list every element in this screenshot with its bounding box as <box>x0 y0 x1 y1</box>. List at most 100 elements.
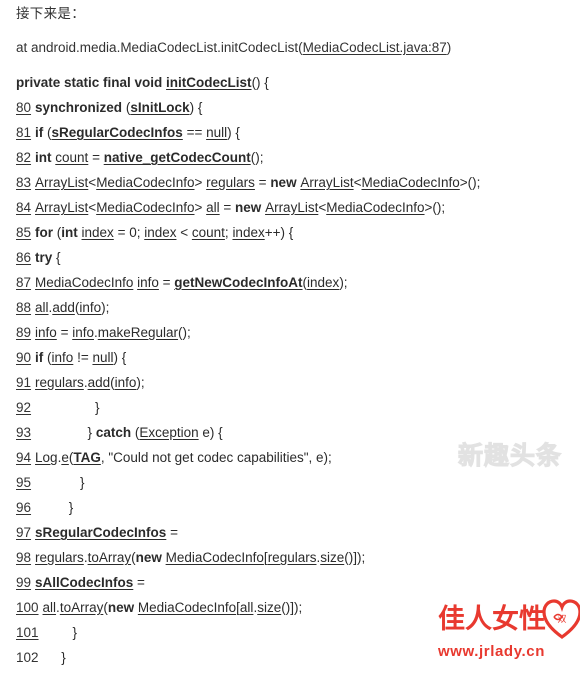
code-token: < <box>88 200 97 215</box>
code-token: = <box>88 150 104 165</box>
intro-paragraph: 接下来是： <box>16 6 85 21</box>
line-number: 86 <box>16 250 32 265</box>
heart-swirl-icon: 双 <box>542 599 580 639</box>
code-token[interactable]: regulars <box>35 375 84 390</box>
code-line: 90 if (info != null) { <box>16 345 572 370</box>
code-token[interactable]: info <box>72 325 94 340</box>
code-token[interactable]: MediaCodecInfo <box>96 175 194 190</box>
code-token[interactable]: TAG <box>73 450 101 465</box>
code-token: ) { <box>113 350 127 365</box>
code-token[interactable]: info <box>79 300 101 315</box>
code-token: } <box>61 650 66 665</box>
brand-logo[interactable]: 佳人女性 双 www.jrlady.cn <box>432 598 580 670</box>
code-token[interactable]: Exception <box>139 425 198 440</box>
code-token[interactable]: makeRegular <box>98 325 178 340</box>
code-token[interactable]: sRegularCodecInfos <box>35 525 166 540</box>
code-line: 84 ArrayList<MediaCodecInfo> all = new Ar… <box>16 195 572 220</box>
code-token[interactable]: all <box>35 300 49 315</box>
code-token[interactable]: regulars <box>35 550 84 565</box>
line-number: 85 <box>16 225 32 240</box>
code-token: } <box>95 400 100 415</box>
code-token[interactable]: sInitLock <box>130 100 189 115</box>
code-token[interactable]: MediaCodecInfo <box>96 200 194 215</box>
line-number: 83 <box>16 175 32 190</box>
code-token[interactable]: getNewCodecInfoAt <box>174 275 302 290</box>
code-token[interactable]: toArray <box>60 600 104 615</box>
code-token: >(); <box>424 200 446 215</box>
code-token[interactable]: index <box>307 275 339 290</box>
code-token: if <box>35 125 48 140</box>
code-line: 88 all.add(info); <box>16 295 572 320</box>
code-token[interactable]: info <box>115 375 137 390</box>
code-token[interactable]: ArrayList <box>265 200 318 215</box>
line-number: 100 <box>16 600 39 615</box>
code-token: = <box>166 525 178 540</box>
code-token[interactable]: MediaCodecInfo <box>361 175 459 190</box>
code-token[interactable]: null <box>92 350 113 365</box>
code-token[interactable]: MediaCodecInfo <box>35 275 133 290</box>
code-token[interactable]: info <box>137 275 159 290</box>
code-token: e) { <box>198 425 223 440</box>
code-token: private static final void <box>16 75 167 90</box>
brand-url[interactable]: www.jrlady.cn <box>438 642 545 662</box>
code-token[interactable]: count <box>55 150 88 165</box>
code-token[interactable]: e <box>61 450 69 465</box>
code-token[interactable]: index <box>144 225 176 240</box>
code-token: new <box>235 200 266 215</box>
code-token[interactable]: null <box>206 125 227 140</box>
code-token: try <box>35 250 57 265</box>
line-number: 101 <box>16 625 39 640</box>
code-line: 91 regulars.add(info); <box>16 370 572 395</box>
code-token[interactable]: regulars <box>206 175 255 190</box>
line-number: 96 <box>16 500 32 515</box>
code-token[interactable]: MediaCodecInfo <box>138 600 236 615</box>
code-token: = <box>254 175 271 190</box>
code-line: 95 } <box>16 470 572 495</box>
code-token: = <box>158 275 175 290</box>
code-token: new <box>270 175 301 190</box>
code-token[interactable]: toArray <box>88 550 132 565</box>
code-token[interactable]: add <box>52 300 75 315</box>
code-line: 96 } <box>16 495 572 520</box>
code-token: } <box>68 500 74 515</box>
code-token[interactable]: add <box>88 375 111 390</box>
code-token: , "Could not get codec capabilities", e)… <box>100 450 332 465</box>
line-number: 92 <box>16 400 32 415</box>
code-token[interactable]: size <box>257 600 281 615</box>
brand-name-cn: 佳人女性 <box>438 604 546 635</box>
code-line: 86 try { <box>16 245 572 270</box>
code-line: 99 sAllCodecInfos = <box>16 570 572 595</box>
code-token[interactable]: MediaCodecInfo <box>166 550 264 565</box>
code-token[interactable]: index <box>232 225 264 240</box>
code-token: catch <box>95 425 135 440</box>
code-token: = <box>56 325 73 340</box>
code-token[interactable]: all <box>206 200 220 215</box>
code-token[interactable]: info <box>35 325 57 340</box>
code-token[interactable]: index <box>82 225 114 240</box>
code-line-signature: private static final void initCodecList(… <box>16 70 572 95</box>
code-token: > <box>194 200 207 215</box>
code-token[interactable]: ArrayList <box>35 200 88 215</box>
code-token[interactable]: ArrayList <box>300 175 353 190</box>
code-token[interactable]: size <box>320 550 344 565</box>
code-token[interactable]: Log <box>35 450 58 465</box>
code-token[interactable]: count <box>192 225 225 240</box>
line-number: 88 <box>16 300 32 315</box>
code-token[interactable]: native_getCodecCount <box>104 150 251 165</box>
code-line: 94 Log.e(TAG, "Could not get codec capabi… <box>16 445 572 470</box>
code-token[interactable]: all <box>240 600 254 615</box>
code-token[interactable]: sRegularCodecInfos <box>52 125 183 140</box>
code-token[interactable]: all <box>43 600 57 615</box>
code-token[interactable]: regulars <box>268 550 317 565</box>
code-token[interactable]: initCodecList <box>166 75 252 90</box>
article-body: 接下来是： at android.media.MediaCodecList.in… <box>0 0 580 673</box>
line-number: 81 <box>16 125 32 140</box>
code-token: int <box>35 150 56 165</box>
code-token: } <box>80 475 85 490</box>
code-token[interactable]: MediaCodecInfo <box>326 200 424 215</box>
code-token[interactable]: info <box>52 350 74 365</box>
stack-trace-source-link[interactable]: MediaCodecList.java:87 <box>303 40 447 55</box>
code-token[interactable]: ArrayList <box>35 175 88 190</box>
code-token[interactable]: sAllCodecInfos <box>35 575 133 590</box>
